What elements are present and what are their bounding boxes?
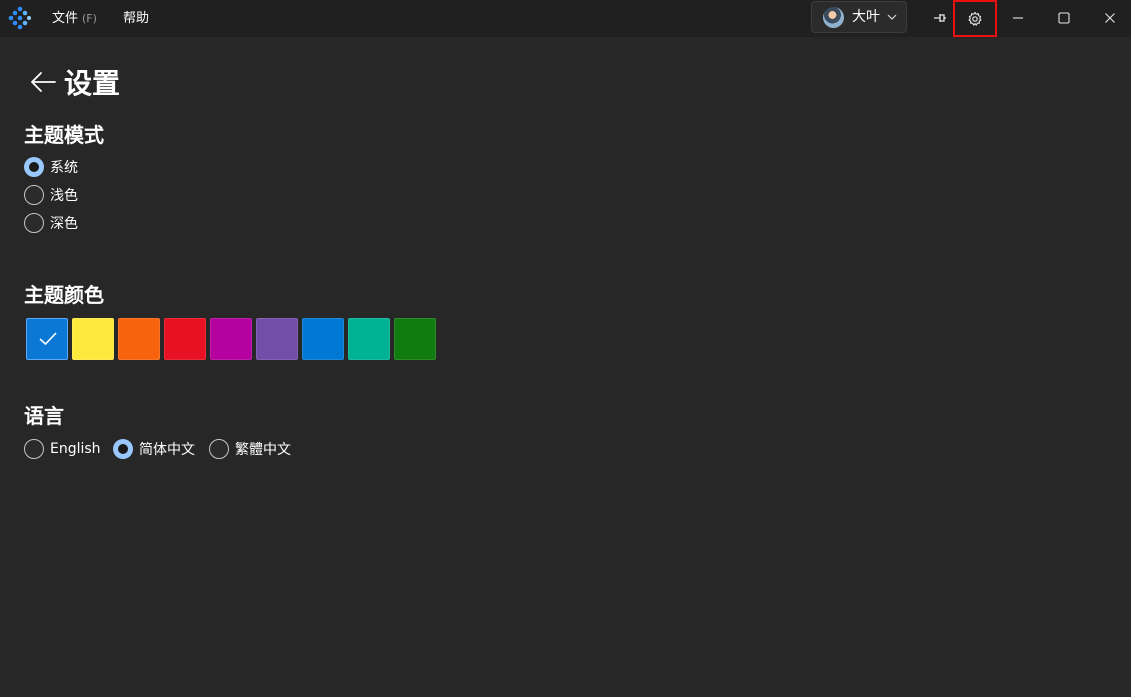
maximize-icon — [1058, 12, 1070, 24]
menu-file-label: 文件 — [52, 11, 79, 26]
chevron-down-icon — [887, 14, 897, 20]
radio-circle — [209, 439, 229, 459]
close-icon — [1105, 13, 1115, 23]
radio-lang-simplified[interactable]: 简体中文 — [113, 438, 195, 460]
title-bar: 文件 (F) 帮助 大叶 — [0, 0, 1131, 37]
color-swatch[interactable] — [394, 318, 436, 360]
back-arrow-icon[interactable] — [28, 66, 60, 98]
close-button[interactable] — [1087, 0, 1131, 36]
user-name: 大叶 — [852, 9, 880, 25]
minimize-button[interactable] — [995, 0, 1041, 36]
radio-label: 浅色 — [50, 188, 78, 204]
color-swatch[interactable] — [348, 318, 390, 360]
color-swatch[interactable] — [118, 318, 160, 360]
pin-icon — [934, 14, 946, 22]
radio-lang-traditional[interactable]: 繁體中文 — [209, 438, 291, 460]
avatar — [823, 7, 844, 28]
maximize-button[interactable] — [1041, 0, 1087, 36]
radio-circle — [24, 439, 44, 459]
radio-label: 繁體中文 — [235, 442, 291, 458]
color-swatch[interactable] — [302, 318, 344, 360]
radio-theme-light[interactable]: 浅色 — [24, 184, 78, 206]
color-swatch[interactable] — [256, 318, 298, 360]
settings-button[interactable] — [953, 0, 997, 37]
radio-label: English — [50, 441, 101, 457]
gear-icon — [968, 11, 982, 26]
app-logo-icon — [8, 6, 31, 30]
radio-circle — [24, 185, 44, 205]
radio-theme-system[interactable]: 系统 — [24, 156, 78, 178]
radio-theme-dark[interactable]: 深色 — [24, 212, 78, 234]
color-swatch[interactable] — [210, 318, 252, 360]
theme-color-title: 主题颜色 — [24, 283, 104, 307]
color-swatch[interactable] — [72, 318, 114, 360]
check-icon — [39, 332, 57, 346]
page-title: 设置 — [64, 67, 121, 100]
color-swatch[interactable] — [26, 318, 68, 360]
radio-lang-english[interactable]: English — [24, 438, 101, 460]
menu-file[interactable]: 文件 (F) — [52, 0, 97, 37]
radio-circle — [113, 439, 133, 459]
radio-label: 深色 — [50, 216, 78, 232]
minimize-icon — [1013, 17, 1023, 19]
menu-file-mnemonic: (F) — [82, 12, 97, 25]
radio-label: 系统 — [50, 160, 78, 176]
radio-circle — [24, 157, 44, 177]
language-title: 语言 — [24, 404, 64, 428]
radio-label: 简体中文 — [139, 442, 195, 458]
user-account-button[interactable]: 大叶 — [811, 1, 907, 33]
menu-help[interactable]: 帮助 — [123, 0, 149, 37]
radio-circle — [24, 213, 44, 233]
color-swatch[interactable] — [164, 318, 206, 360]
theme-mode-title: 主题模式 — [24, 123, 104, 147]
